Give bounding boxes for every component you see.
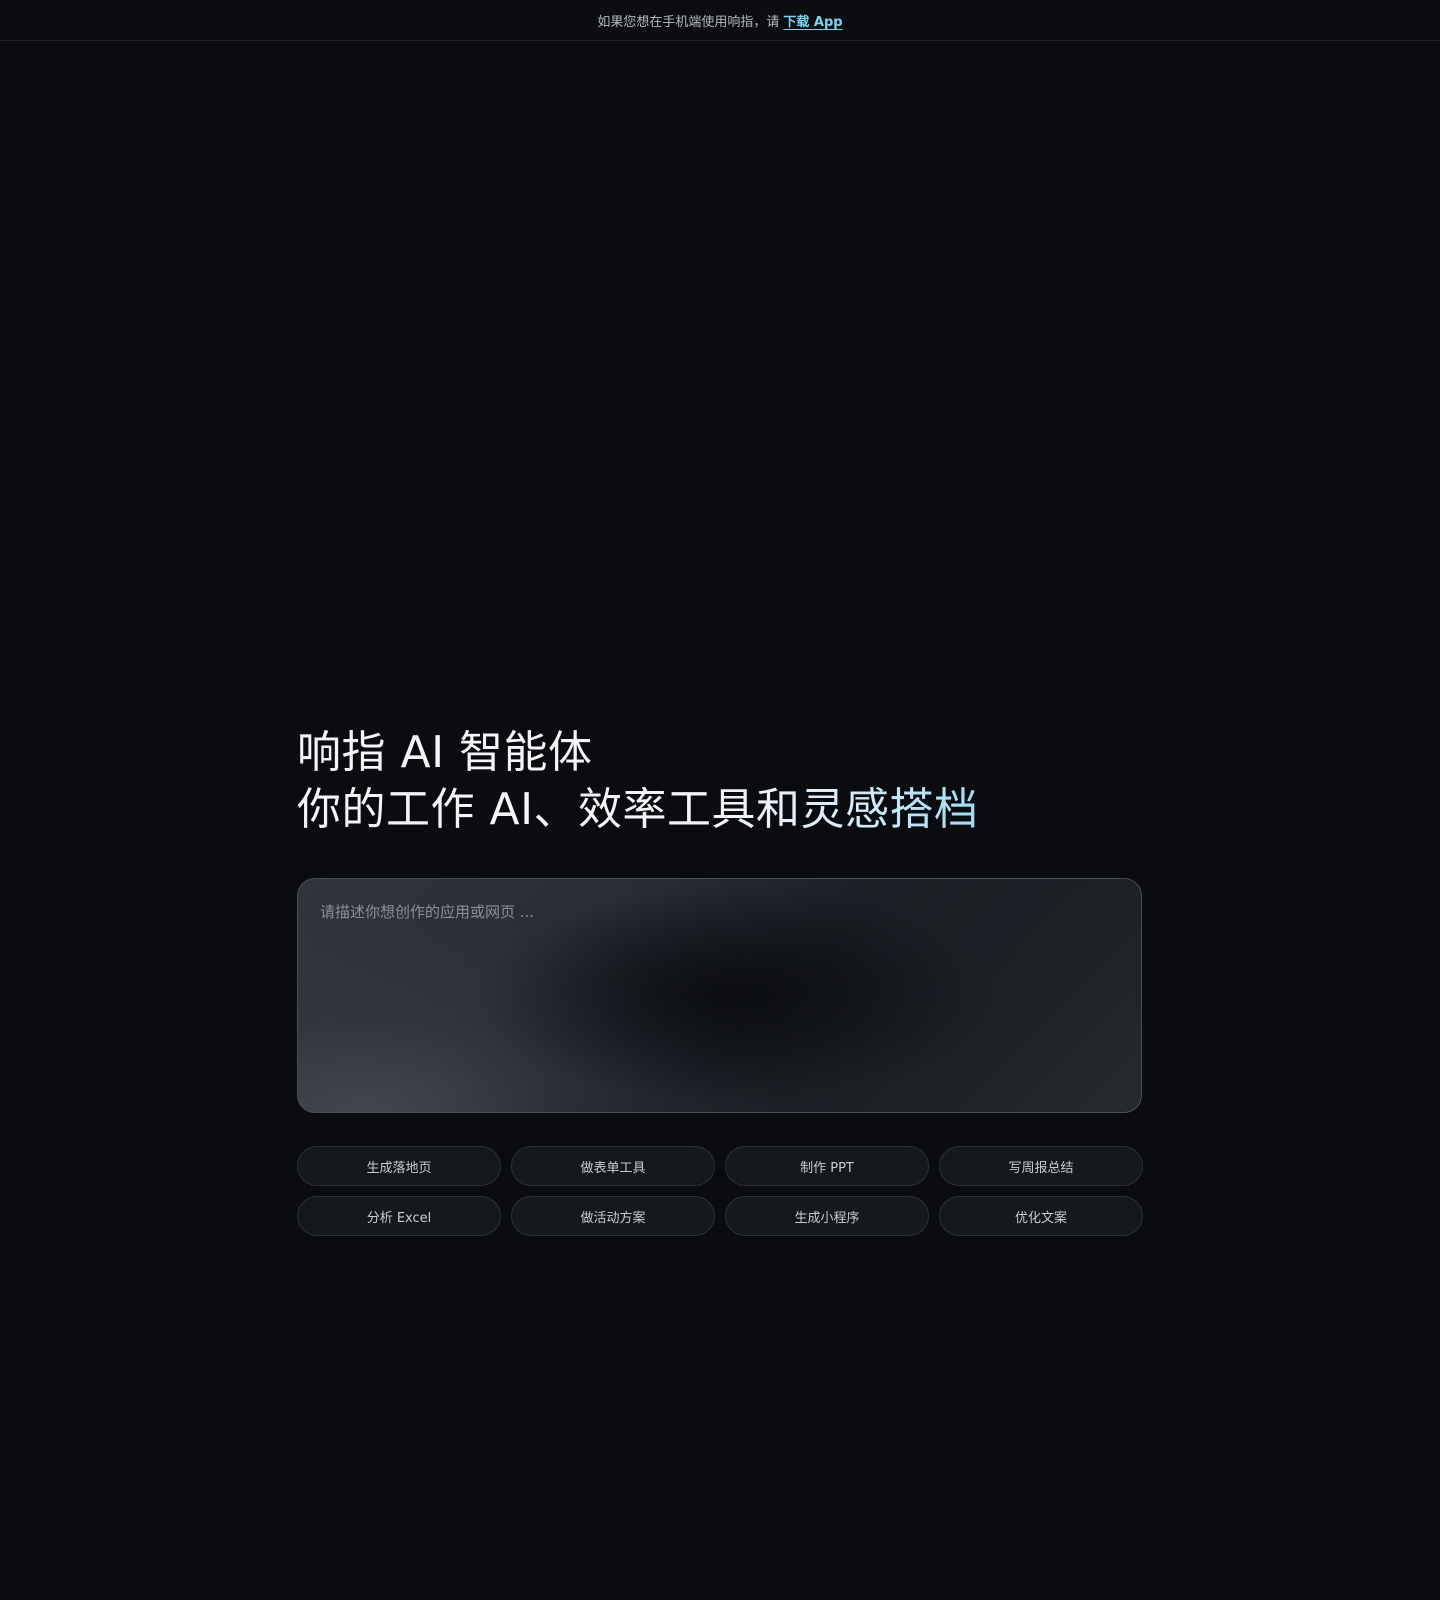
chip-make-ppt[interactable]: 制作 PPT [725, 1146, 929, 1186]
hero-heading: 响指 AI 智能体 你的工作 AI、效率工具和灵感搭档 [297, 724, 979, 838]
top-banner: 如果您想在手机端使用响指，请 下载 App [0, 0, 1440, 41]
prompt-input[interactable] [298, 879, 1141, 1112]
chip-weekly-report[interactable]: 写周报总结 [939, 1146, 1143, 1186]
chip-event-plan[interactable]: 做活动方案 [511, 1196, 715, 1236]
download-app-link[interactable]: 下载 App [783, 11, 842, 30]
chip-landing-page[interactable]: 生成落地页 [297, 1146, 501, 1186]
chip-mini-program[interactable]: 生成小程序 [725, 1196, 929, 1236]
prompt-box [297, 878, 1142, 1113]
chip-optimize-copy[interactable]: 优化文案 [939, 1196, 1143, 1236]
hero-title: 响指 AI 智能体 [297, 727, 593, 778]
banner-text: 如果您想在手机端使用响指，请 [597, 14, 780, 30]
suggestion-chips: 生成落地页 做表单工具 制作 PPT 写周报总结 分析 Excel 做活动方案 … [297, 1146, 1143, 1236]
hero-subtitle: 你的工作 AI、效率工具和灵感搭档 [297, 781, 979, 838]
chip-form-tool[interactable]: 做表单工具 [511, 1146, 715, 1186]
chip-analyze-excel[interactable]: 分析 Excel [297, 1196, 501, 1236]
